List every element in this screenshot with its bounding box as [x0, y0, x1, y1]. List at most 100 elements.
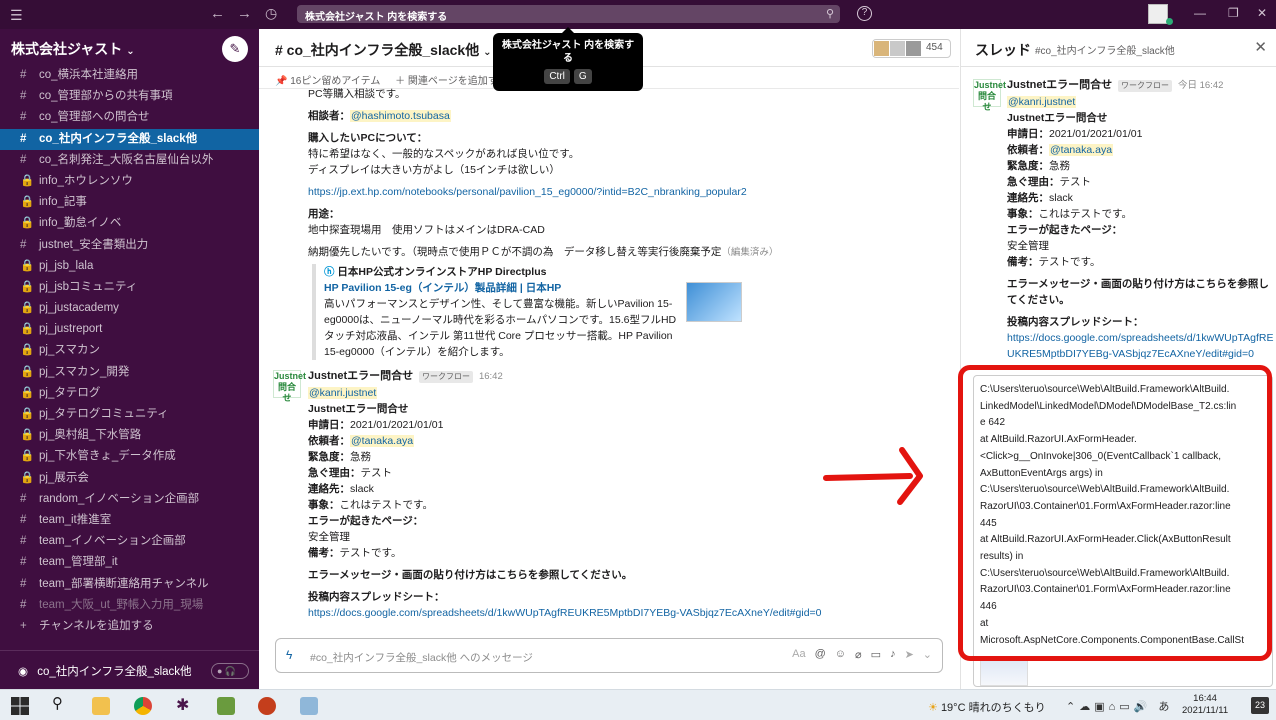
- windows-start-icon[interactable]: [11, 697, 29, 715]
- hash-icon: #: [20, 556, 27, 569]
- user-mention[interactable]: @hashimoto.tsubasa: [350, 110, 451, 122]
- forward-arrow-icon[interactable]: →: [237, 5, 252, 22]
- preview-title[interactable]: HP Pavilion 15-eg（インテル）製品詳細 | 日本HP: [324, 280, 742, 296]
- shortcut-bolt-icon[interactable]: ϟ: [286, 648, 292, 662]
- sender-name[interactable]: Justnetエラー問合せ: [308, 370, 413, 382]
- sidebar-channel-item[interactable]: 🔒 pj_jsbコミュニティ: [0, 277, 259, 298]
- mic-icon[interactable]: ♪: [890, 648, 896, 661]
- search-bar[interactable]: 株式会社ジャスト 内を検索する ⚲: [297, 5, 840, 23]
- minimize-icon[interactable]: —: [1194, 6, 1206, 20]
- app-avatar[interactable]: Justnet 問合せ: [973, 79, 1006, 112]
- hash-icon: #: [20, 238, 27, 251]
- sidebar-channel-item[interactable]: 🔒 pj_スマカン_開発: [0, 362, 259, 383]
- workspace-name[interactable]: 株式会社ジャスト ⌄: [11, 39, 135, 59]
- sidebar-channel-item[interactable]: # justnet_安全書類出力: [0, 235, 259, 256]
- search-icon[interactable]: ⚲: [52, 694, 70, 712]
- system-tray[interactable]: ⌃☁▣⌂▭🔊 あ: [1066, 698, 1173, 714]
- sidebar-channel-item[interactable]: 🔒 pj_展示会: [0, 468, 259, 489]
- user-mention[interactable]: @kanri.justnet: [308, 387, 378, 399]
- chrome-icon[interactable]: [134, 697, 152, 715]
- spreadsheet-link[interactable]: https://docs.google.com/spreadsheets/d/1…: [308, 605, 948, 621]
- value: テスト: [1059, 176, 1092, 188]
- lock-icon: 🔒: [20, 217, 35, 230]
- close-window-icon[interactable]: ✕: [1257, 6, 1267, 20]
- sidebar-channel-item[interactable]: 🔒 pj_下水管きょ_データ作成: [0, 446, 259, 467]
- preview-site-name: 日本HP公式オンラインストアHP Directplus: [337, 266, 547, 278]
- weather-widget[interactable]: ☀ 19°C 晴れのちくもり: [928, 699, 1046, 715]
- send-icon[interactable]: ➤: [905, 648, 914, 661]
- spreadsheet-link-cont[interactable]: UKRE5MptbDI7YEBg-VASbjqz7EcAXneY/edit#gi…: [1007, 346, 1275, 362]
- clock[interactable]: 16:44 2021/11/11: [1182, 693, 1228, 717]
- sidebar-channel-item[interactable]: 🔒 pj_奥村組_下水管路: [0, 425, 259, 446]
- format-icon[interactable]: Aa: [792, 648, 805, 661]
- attach-icon[interactable]: ⌀: [855, 648, 862, 661]
- sidebar-channel-item[interactable]: # co_名刺発注_大阪名古屋仙台以外: [0, 150, 259, 171]
- label: 急ぐ理由：: [1007, 176, 1060, 188]
- ime-indicator[interactable]: あ: [1158, 701, 1173, 713]
- sidebar-channel-item[interactable]: 🔒 info_ホウレンソウ: [0, 171, 259, 192]
- sidebar-channel-item[interactable]: 🔒 pj_タテログ: [0, 383, 259, 404]
- channel-label: pj_スマカン: [39, 344, 101, 357]
- video-icon[interactable]: ▭: [871, 648, 881, 661]
- code-line: AxButtonEventArgs args) in: [980, 467, 1103, 479]
- notification-badge[interactable]: 23: [1251, 697, 1269, 714]
- restore-icon[interactable]: ❐: [1228, 6, 1239, 20]
- sidebar-channel-item[interactable]: 🔒 pj_justreport: [0, 319, 259, 340]
- add-channel-button[interactable]: + チャンネルを追加する: [0, 616, 259, 637]
- app-avatar[interactable]: Justnet 問合せ: [273, 370, 306, 403]
- user-mention[interactable]: @tanaka.aya: [1049, 144, 1114, 156]
- search-icon: ⚲: [825, 8, 834, 20]
- sidebar-channel-item[interactable]: 🔒 pj_タテログコミュニティ: [0, 404, 259, 425]
- code-line: RazorUI\03.Container\01.Form\AxFormHeade…: [980, 584, 1231, 596]
- sidebar-channel-item[interactable]: # random_イノベーション企画部: [0, 489, 259, 510]
- channel-title[interactable]: # co_社内インフラ全般_slack他 ⌄: [275, 40, 491, 60]
- error-code-block[interactable]: C:\Users\teruo\source\Web\AltBuild.Frame…: [973, 375, 1273, 687]
- emoji-icon[interactable]: ☺: [835, 648, 846, 661]
- user-avatar[interactable]: [1148, 4, 1168, 24]
- user-mention[interactable]: @tanaka.aya: [350, 435, 415, 447]
- close-icon[interactable]: ✕: [1254, 38, 1267, 56]
- huddle-toggle[interactable]: ● 🎧: [211, 663, 249, 679]
- send-options-icon[interactable]: ⌄: [923, 648, 932, 661]
- huddle-bar[interactable]: ◉ co_社内インフラ全般_slack他 ● 🎧: [0, 650, 259, 689]
- sender-name[interactable]: Justnetエラー問合せ: [1007, 79, 1112, 91]
- help-icon[interactable]: ?: [857, 6, 872, 21]
- sidebar-channel-item[interactable]: # team_it推進室: [0, 510, 259, 531]
- sidebar-channel-item[interactable]: 🔒 pj_justacademy: [0, 298, 259, 319]
- user-mention[interactable]: @kanri.justnet: [1007, 96, 1077, 108]
- sidebar-channel-item[interactable]: # co_管理部への問合せ: [0, 107, 259, 128]
- attachment-thumbnail[interactable]: [980, 656, 1028, 686]
- compose-icon[interactable]: ✎: [222, 36, 248, 62]
- lock-icon: 🔒: [20, 259, 35, 272]
- spreadsheet-link[interactable]: https://docs.google.com/spreadsheets/d/1…: [1007, 330, 1275, 346]
- sidebar-channel-item[interactable]: # team_部署横断連絡用チャンネル: [0, 574, 259, 595]
- sidebar-channel-item[interactable]: 🔒 pj_jsb_lala: [0, 256, 259, 277]
- sidebar-channel-item[interactable]: 🔒 info_記事: [0, 192, 259, 213]
- sidebar-channel-item[interactable]: # team_大阪_ut_野帳入力用_現場: [0, 595, 259, 616]
- hp-link[interactable]: https://jp.ext.hp.com/notebooks/personal…: [308, 184, 948, 200]
- history-icon[interactable]: ◷: [265, 5, 277, 22]
- slack-icon[interactable]: ✱: [176, 695, 194, 714]
- powerpoint-icon[interactable]: [258, 697, 276, 715]
- preview-thumbnail[interactable]: [686, 282, 742, 322]
- sidebar-channel-item[interactable]: 🔒 info_勤怠イノベ: [0, 213, 259, 234]
- thread-channel[interactable]: #co_社内インフラ全般_slack他: [1035, 42, 1175, 57]
- app-icon[interactable]: [300, 697, 318, 715]
- value: これはテストです。: [339, 499, 433, 511]
- sidebar-channel-item[interactable]: # co_横浜本社連絡用: [0, 65, 259, 86]
- app-icon[interactable]: [217, 697, 235, 715]
- sidebar-channel-item[interactable]: # co_社内インフラ全般_slack他: [0, 128, 259, 150]
- sidebar-channel-item[interactable]: 🔒 pj_スマカン: [0, 340, 259, 361]
- message-time[interactable]: 今日 16:42: [1178, 80, 1223, 91]
- file-explorer-icon[interactable]: [92, 697, 110, 715]
- message-composer[interactable]: ϟ #co_社内インフラ全般_slack他 へのメッセージ Aa @ ☺ ⌀ ▭…: [275, 638, 943, 673]
- message-time[interactable]: 16:42: [479, 371, 503, 382]
- mention-icon[interactable]: @: [815, 648, 826, 661]
- sidebar-channel-item[interactable]: # team_イノベーション企画部: [0, 531, 259, 552]
- back-arrow-icon[interactable]: ←: [210, 5, 225, 22]
- member-avatars[interactable]: 454: [872, 39, 951, 58]
- search-tooltip: 株式会社ジャスト 内を検索する Ctrl G: [493, 27, 643, 91]
- menu-icon[interactable]: ☰: [10, 7, 23, 24]
- sidebar-channel-item[interactable]: # team_管理部_it: [0, 552, 259, 573]
- sidebar-channel-item[interactable]: # co_管理部からの共有事項: [0, 86, 259, 107]
